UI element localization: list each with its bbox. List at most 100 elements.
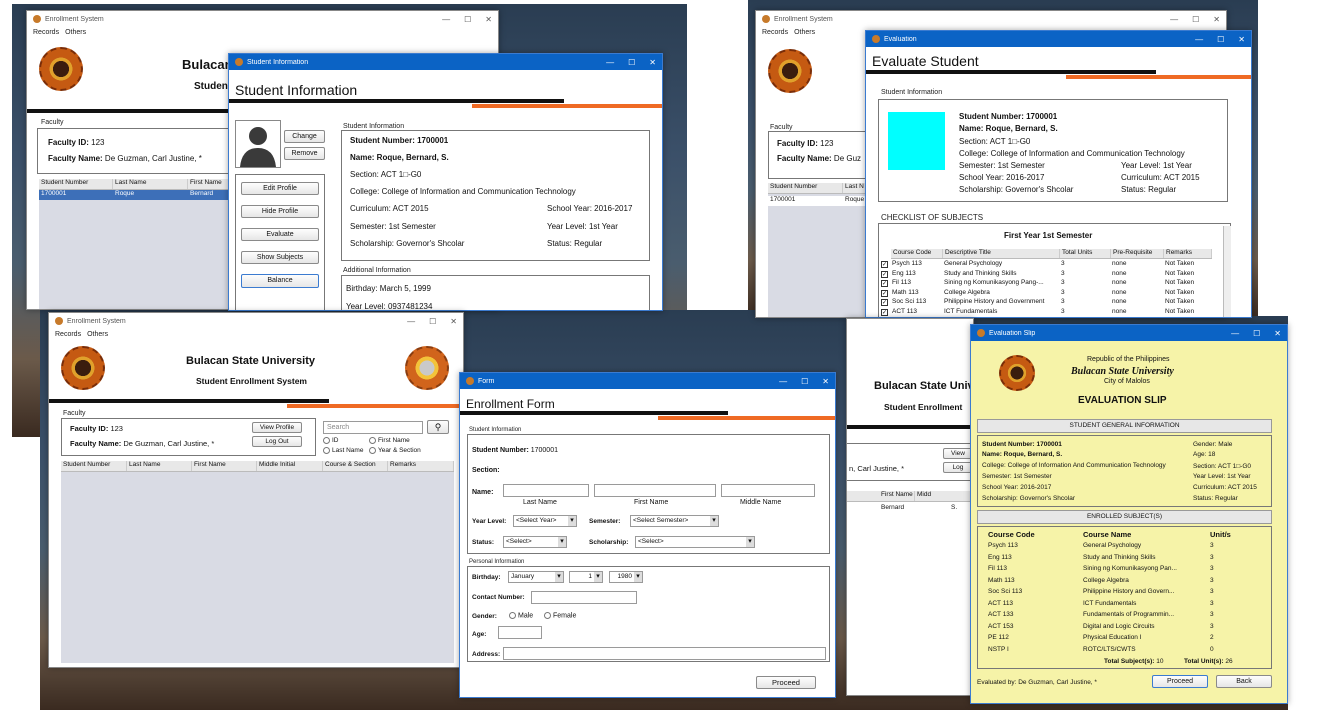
column-total-units[interactable]: Total Units: [1060, 249, 1111, 258]
close-icon[interactable]: ✕: [649, 58, 656, 67]
change-photo-button[interactable]: Change: [284, 130, 325, 143]
maximize-icon[interactable]: ☐: [429, 317, 436, 326]
checkbox-icon[interactable]: ✓: [881, 270, 888, 278]
semester-select[interactable]: <Select Semester>: [630, 515, 719, 527]
close-icon[interactable]: ✕: [1238, 35, 1245, 44]
address-input[interactable]: [503, 647, 826, 660]
checkbox-icon[interactable]: ✓: [881, 308, 888, 316]
table-row[interactable]: Bernard S.: [847, 504, 973, 514]
birth-year-spinner[interactable]: 1980: [609, 571, 643, 583]
minimize-icon[interactable]: —: [606, 58, 614, 67]
close-icon[interactable]: ✕: [1274, 329, 1281, 338]
maximize-icon[interactable]: ☐: [1253, 329, 1260, 338]
radio-first-name[interactable]: First Name: [369, 437, 410, 444]
show-subjects-button[interactable]: Show Subjects: [241, 251, 319, 264]
menu-others[interactable]: Others: [65, 29, 86, 36]
checkbox-icon[interactable]: ✓: [881, 280, 888, 287]
total-units-value: 26: [1225, 658, 1233, 665]
search-button[interactable]: ⚲: [427, 420, 449, 434]
maximize-icon[interactable]: ☐: [464, 15, 471, 24]
column-student-number[interactable]: Student Number: [39, 179, 113, 189]
menu-records[interactable]: Records: [33, 29, 59, 36]
table-row[interactable]: ✓ ACT 113 ICT Fundamentals 3 none Not Taken: [881, 308, 1211, 317]
minimize-icon[interactable]: —: [1231, 329, 1239, 338]
view-profile-button[interactable]: View Profile: [252, 422, 302, 433]
subject-cell: Psych 113: [988, 542, 1018, 549]
last-name-input[interactable]: [503, 484, 589, 497]
menu-others[interactable]: Others: [87, 331, 108, 338]
gender-male-radio[interactable]: Male: [509, 612, 533, 619]
column-last-name[interactable]: Last Name: [113, 179, 188, 189]
table-row[interactable]: ✓ Soc Sci 113 Philippine History and Gover…: [881, 298, 1211, 307]
column-last-name[interactable]: Last Name: [127, 461, 192, 471]
edit-profile-button[interactable]: Edit Profile: [241, 182, 319, 195]
close-icon[interactable]: ✕: [1213, 15, 1220, 24]
maximize-icon[interactable]: ☐: [628, 58, 635, 67]
menu-records[interactable]: Records: [762, 29, 788, 36]
minimize-icon[interactable]: —: [1170, 15, 1178, 24]
scholarship-select[interactable]: <Select>: [635, 536, 755, 548]
column-pre-requisite[interactable]: Pre-Requisite: [1111, 249, 1164, 258]
table-row[interactable]: ✓ Eng 113 Study and Thinking Skills 3 none No…: [881, 270, 1211, 279]
column-first-name[interactable]: First Name: [192, 461, 257, 471]
scrollbar[interactable]: [1223, 226, 1231, 317]
table-row[interactable]: 1700001 Roque Bernard: [39, 190, 235, 200]
birth-month-select[interactable]: January: [508, 571, 564, 583]
status-select[interactable]: <Select>: [503, 536, 567, 548]
view-profile-button[interactable]: View: [943, 448, 973, 459]
minimize-icon[interactable]: —: [779, 377, 787, 386]
column-student-number[interactable]: Student Number: [768, 183, 843, 193]
middle-name-input[interactable]: [721, 484, 815, 497]
log-out-button[interactable]: Log Out: [252, 436, 302, 447]
maximize-icon[interactable]: ☐: [1192, 15, 1199, 24]
student-number: Student Number: 1700001: [350, 136, 449, 145]
subject-cell: 3: [1210, 588, 1214, 595]
log-out-button[interactable]: Log: [943, 462, 973, 473]
checkbox-icon[interactable]: ✓: [881, 299, 888, 306]
column-middle-initial[interactable]: Midd: [915, 491, 973, 501]
table-row[interactable]: ✓ Math 113 College Algebra 3 none Not Taken: [881, 289, 1211, 298]
address-label: Address:: [472, 651, 501, 658]
minimize-icon[interactable]: —: [1195, 35, 1203, 44]
column-student-number[interactable]: Student Number: [61, 461, 127, 471]
checkbox-icon[interactable]: ✓: [881, 289, 888, 297]
menu-records[interactable]: Records: [55, 331, 81, 338]
proceed-button[interactable]: Proceed: [756, 676, 816, 689]
evaluate-button[interactable]: Evaluate: [241, 228, 319, 241]
column-descriptive-title[interactable]: Descriptive Title: [943, 249, 1060, 258]
close-icon[interactable]: ✕: [450, 317, 457, 326]
maximize-icon[interactable]: ☐: [1217, 35, 1224, 44]
search-input[interactable]: Search: [323, 421, 423, 434]
balance-button[interactable]: Balance: [241, 274, 319, 288]
radio-last-name[interactable]: Last Name: [323, 447, 363, 454]
table-row[interactable]: 1700001 Roque: [768, 196, 878, 206]
back-button[interactable]: Back: [1216, 675, 1272, 688]
radio-year-section[interactable]: Year & Section: [369, 447, 421, 454]
remove-photo-button[interactable]: Remove: [284, 147, 325, 160]
column-remarks[interactable]: Remarks: [388, 461, 454, 471]
birth-day-spinner[interactable]: 1: [569, 571, 603, 583]
column-first-name[interactable]: First Name: [847, 491, 915, 501]
radio-id[interactable]: ID: [323, 437, 339, 444]
age-input[interactable]: [498, 626, 542, 639]
maximize-icon[interactable]: ☐: [801, 377, 808, 386]
gender-female-radio[interactable]: Female: [544, 612, 576, 619]
student-status: Status: Regular: [1121, 185, 1177, 194]
minimize-icon[interactable]: —: [407, 317, 415, 326]
table-row[interactable]: ✓ Fil 113 Sining ng Komunikasyong Pang-...…: [881, 279, 1211, 288]
close-icon[interactable]: ✕: [822, 377, 829, 386]
hide-profile-button[interactable]: Hide Profile: [241, 205, 319, 218]
table-row[interactable]: ✓ Psych 113 General Psychology 3 none Not Tak…: [881, 260, 1211, 269]
minimize-icon[interactable]: —: [442, 15, 450, 24]
column-course-section[interactable]: Course & Section: [323, 461, 388, 471]
contact-number-input[interactable]: [531, 591, 637, 604]
menu-others[interactable]: Others: [794, 29, 815, 36]
year-level-select[interactable]: <Select Year>: [513, 515, 577, 527]
proceed-button[interactable]: Proceed: [1152, 675, 1208, 688]
column-middle-initial[interactable]: Middle Initial: [257, 461, 323, 471]
checkbox-icon[interactable]: ✓: [881, 261, 888, 268]
column-course-code[interactable]: Course Code: [891, 249, 943, 258]
first-name-input[interactable]: [594, 484, 716, 497]
column-remarks[interactable]: Remarks: [1164, 249, 1212, 258]
close-icon[interactable]: ✕: [485, 15, 492, 24]
